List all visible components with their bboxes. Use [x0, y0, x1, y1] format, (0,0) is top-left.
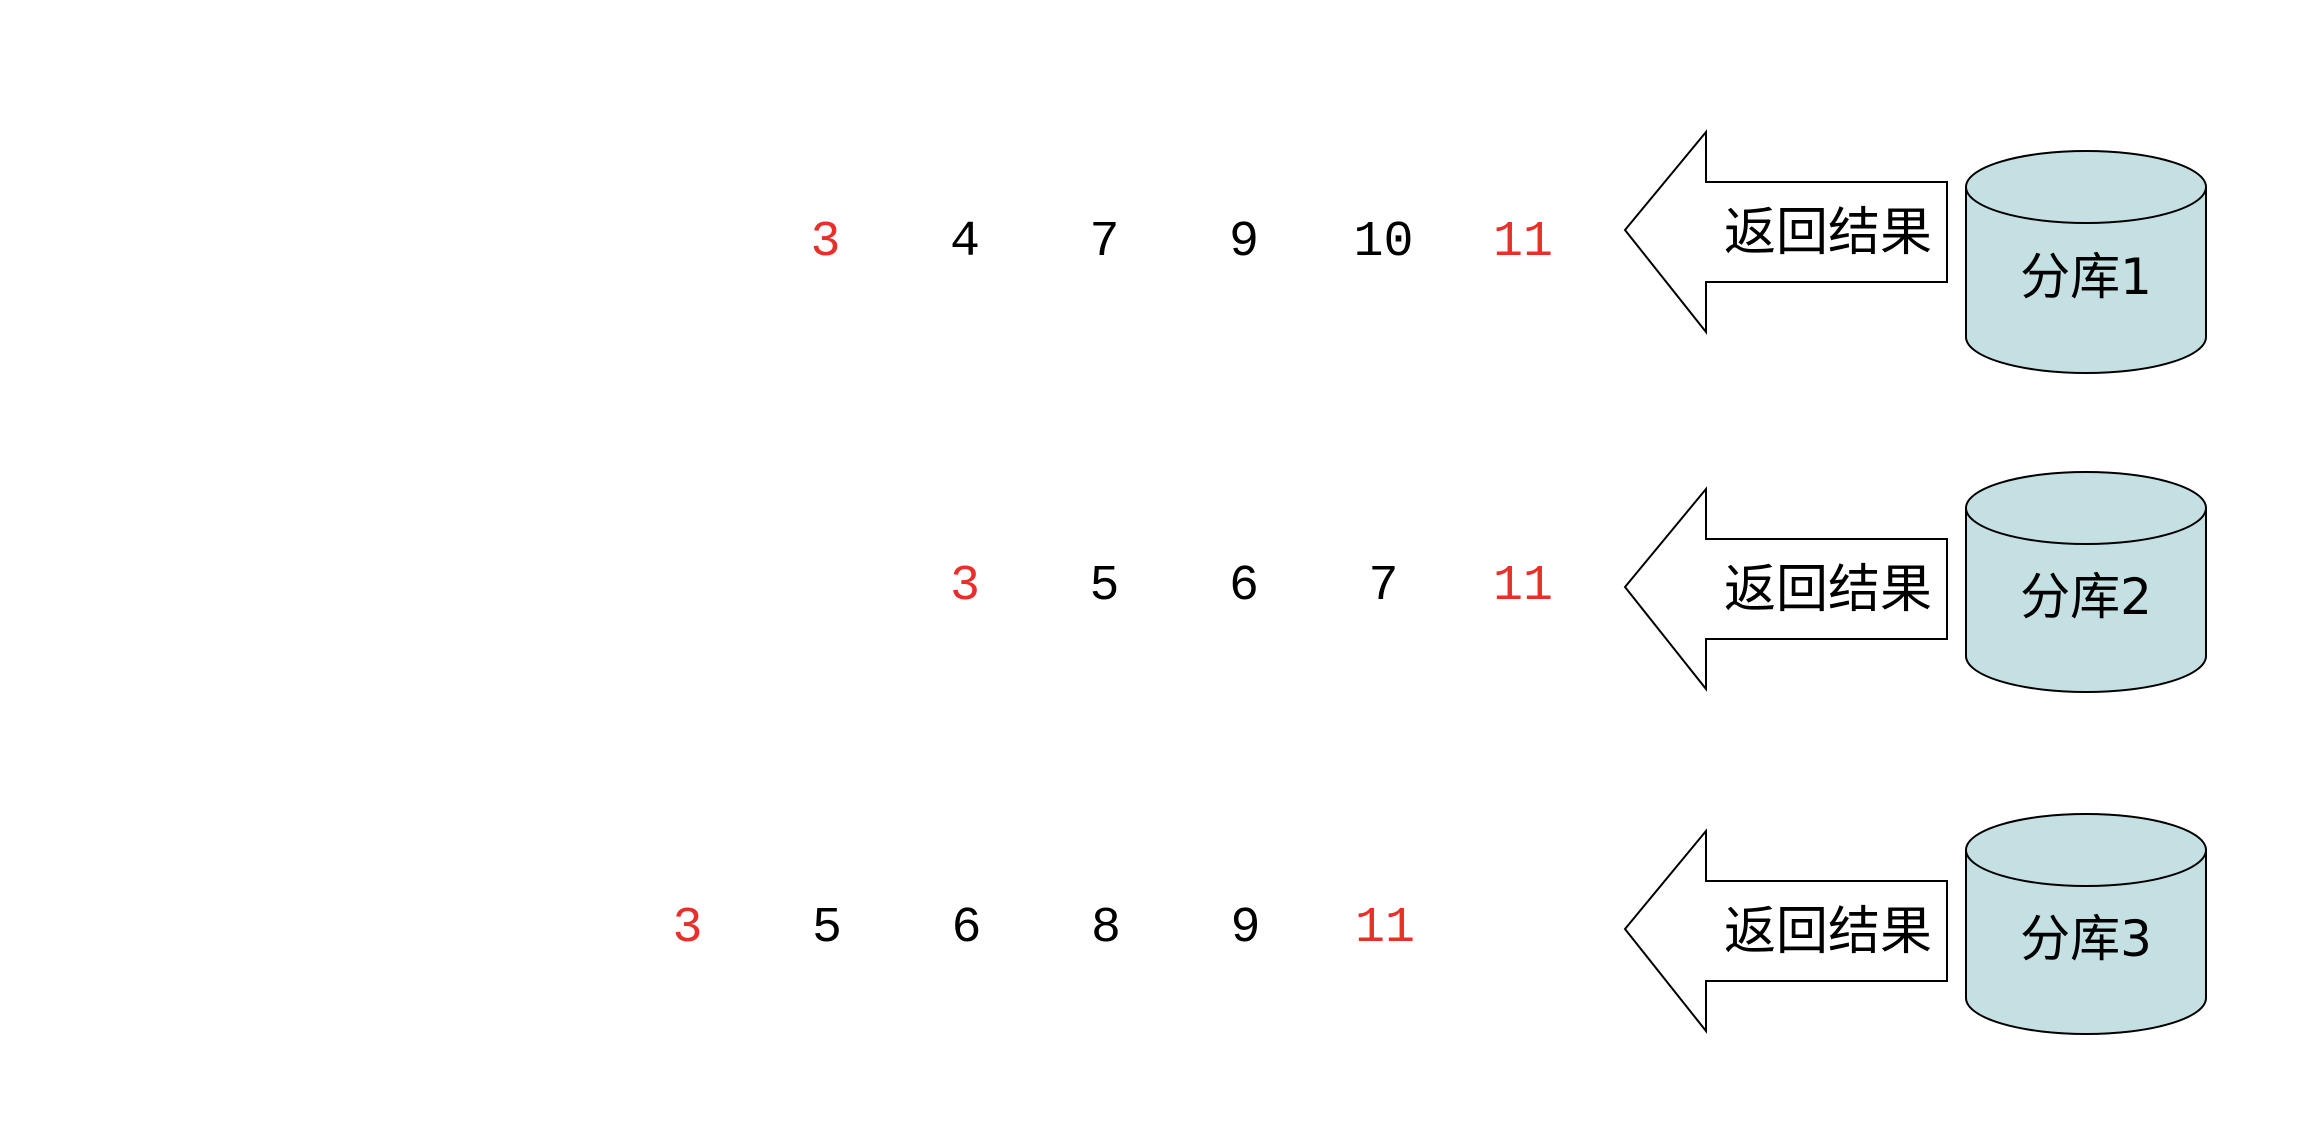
database-cylinder-top — [1965, 150, 2207, 224]
result-value: 9 — [1229, 214, 1259, 271]
highlighted-value: 11 — [1493, 214, 1553, 271]
highlighted-value: 3 — [810, 214, 840, 271]
highlighted-value: 11 — [1493, 558, 1553, 615]
arrow-label: 返回结果 — [1724, 203, 1932, 263]
arrow-label: 返回结果 — [1724, 560, 1932, 620]
diagram-canvas: 3 4 7 9 10 11 返回结果 分库1 3 5 6 7 11 返回结果 分库2 3 5 6 8 9 11 返回结果分… — [0, 0, 2300, 1126]
database-shard-label: 分库3 — [2020, 910, 2152, 968]
highlighted-value: 11 — [1355, 900, 1415, 957]
database-cylinder-top — [1965, 471, 2207, 545]
database-cylinder-top — [1965, 813, 2207, 887]
result-value: 8 — [1091, 900, 1121, 957]
result-value: 9 — [1230, 900, 1260, 957]
highlighted-value: 3 — [950, 558, 980, 615]
highlighted-value: 3 — [672, 900, 702, 957]
result-value: 5 — [812, 900, 842, 957]
result-value: 4 — [950, 214, 980, 271]
result-value: 7 — [1368, 558, 1398, 615]
result-value: 7 — [1089, 214, 1119, 271]
database-shard-label: 分库1 — [2020, 248, 2152, 306]
shard-merge-diagram: 3 4 7 9 10 11 返回结果分库13 5 6 7 11 返回结果 分库23 5 6 8 9 11 返回结果分… — [672, 129, 2207, 1035]
result-value: 10 — [1353, 214, 1413, 271]
result-value: 6 — [1229, 558, 1259, 615]
result-value: 5 — [1089, 558, 1119, 615]
arrow-label: 返回结果 — [1724, 902, 1932, 962]
result-value: 6 — [951, 900, 981, 957]
database-shard-label: 分库2 — [2020, 568, 2152, 626]
